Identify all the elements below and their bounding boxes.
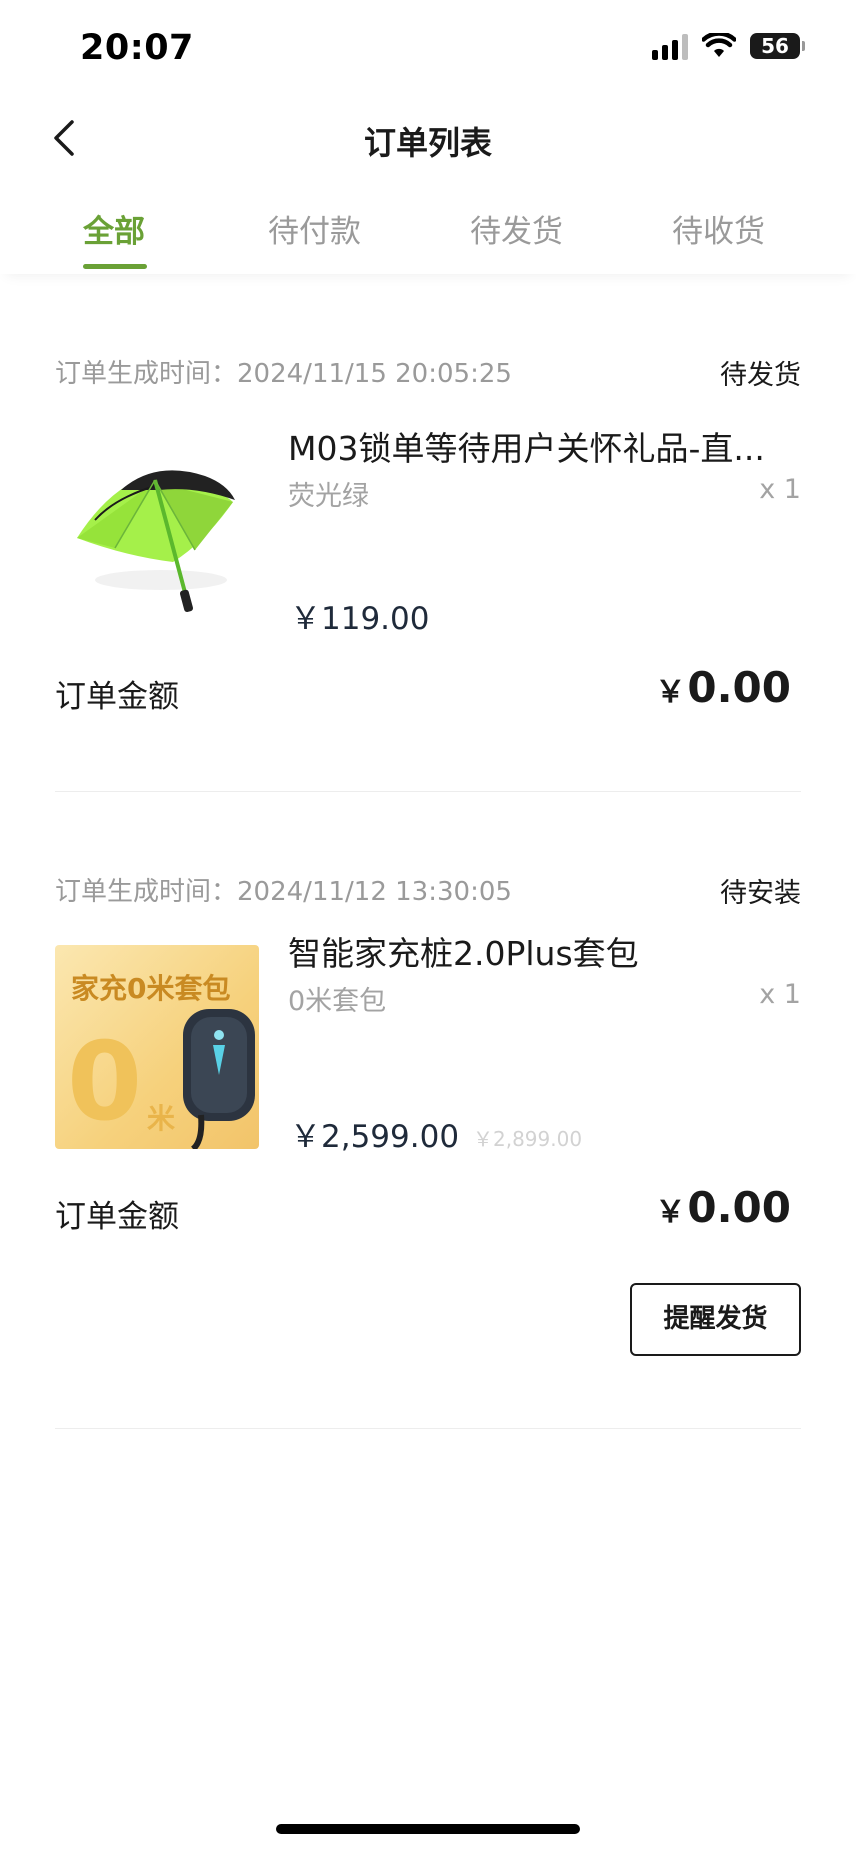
battery-level: 56 — [761, 34, 789, 58]
divider — [55, 1428, 801, 1429]
product-quantity: x 1 — [759, 474, 801, 505]
order-amount-value: ￥0.00 — [655, 663, 791, 712]
tab-pending-payment[interactable]: 待付款 — [268, 206, 361, 251]
product-price: ￥119.00 — [290, 601, 430, 637]
divider — [55, 791, 801, 792]
charger-image: 家充0米套包 0 米 — [55, 945, 259, 1149]
order-time: 订单生成时间：2024/11/15 20:05:25 — [55, 359, 512, 389]
order-list-page: 20:07 56 订单列表 全部 待付款 待发货 待收货 订单生成时间：2024… — [0, 0, 856, 1852]
battery-icon: 56 — [750, 33, 805, 59]
wifi-icon — [702, 33, 736, 57]
tab-pending-receipt[interactable]: 待收货 — [672, 206, 765, 251]
remind-shipment-button[interactable]: 提醒发货 — [630, 1283, 801, 1356]
order-status: 待安装 — [720, 878, 801, 909]
order-amount-label: 订单金额 — [55, 1199, 179, 1235]
product-price: ￥2,599.00 — [290, 1119, 460, 1155]
tab-active-indicator — [83, 264, 147, 269]
order-card[interactable]: 订单生成时间：2024/11/15 20:05:25 待发货 M03锁单等待用户… — [55, 353, 801, 793]
order-tabs: 全部 待付款 待发货 待收货 — [0, 190, 856, 274]
original-price: ￥2,899.00 — [473, 1127, 583, 1151]
product-name: M03锁单等待用户关怀礼品-直... — [288, 429, 765, 468]
tab-all[interactable]: 全部 — [83, 206, 145, 251]
home-indicator[interactable] — [276, 1824, 580, 1834]
product-name: 智能家充桩2.0Plus套包 — [288, 934, 639, 973]
product-quantity: x 1 — [759, 979, 801, 1010]
order-time: 订单生成时间：2024/11/12 13:30:05 — [55, 877, 512, 907]
tab-pending-shipment[interactable]: 待发货 — [470, 206, 563, 251]
cellular-signal-icon — [652, 32, 688, 60]
order-card[interactable]: 订单生成时间：2024/11/12 13:30:05 待安装 家充0米套包 0 … — [55, 871, 801, 1431]
status-bar: 20:07 56 — [0, 0, 856, 100]
umbrella-image — [55, 420, 259, 624]
order-amount-value: ￥0.00 — [655, 1183, 791, 1232]
status-icons: 56 — [652, 32, 805, 60]
page-title: 订单列表 — [363, 124, 492, 162]
status-time: 20:07 — [80, 28, 194, 68]
product-spec: 荧光绿 — [288, 481, 369, 512]
order-status: 待发货 — [720, 360, 801, 391]
nav-bar: 订单列表 — [0, 100, 856, 180]
product-spec: 0米套包 — [288, 986, 387, 1017]
order-amount-label: 订单金额 — [55, 679, 179, 715]
